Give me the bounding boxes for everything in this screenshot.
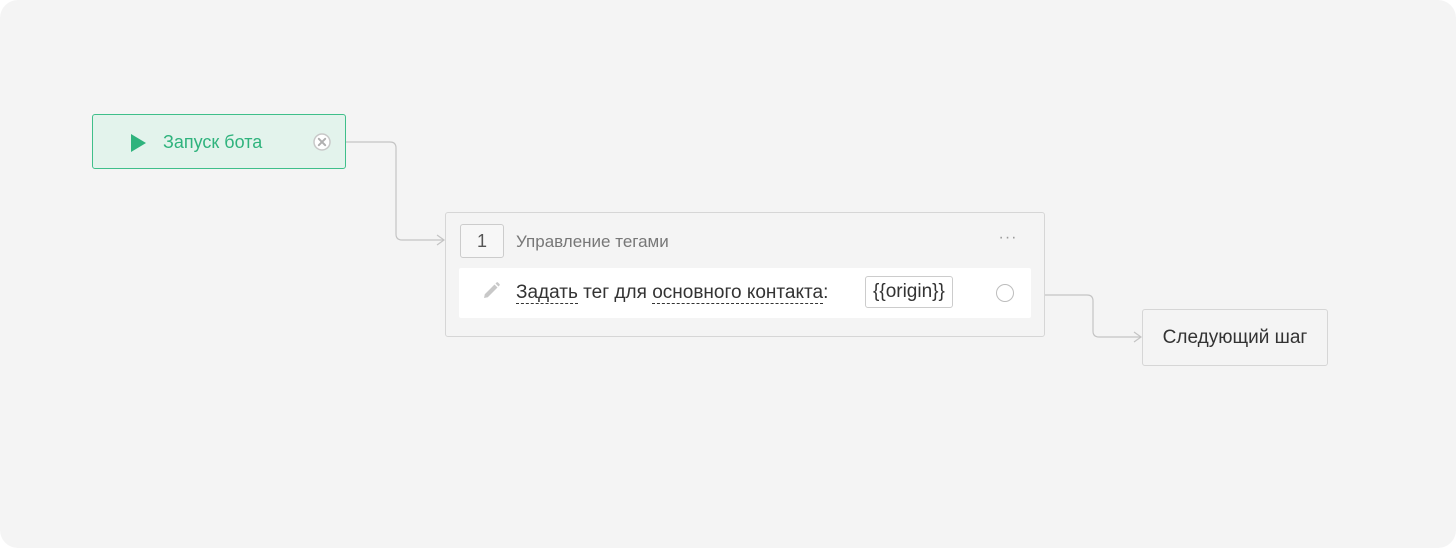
action-text: Задать тег для основного контакта: [516, 282, 828, 304]
action-row-set-tag[interactable]: Задать тег для основного контакта: {{ori… [459, 268, 1031, 318]
output-port[interactable] [996, 284, 1014, 302]
connector-arrow-block [436, 234, 446, 246]
action-middle-text: тег для [577, 282, 653, 303]
next-step-button[interactable]: Следующий шаг [1142, 309, 1328, 366]
connector-start-to-block [346, 141, 444, 241]
block-title: Управление тегами [516, 232, 669, 251]
pencil-icon[interactable] [481, 281, 501, 301]
start-node[interactable]: Запуск бота [92, 114, 346, 169]
action-block-tag-management[interactable]: 1 Управление тегами ··· Задать тег для о… [445, 212, 1045, 337]
close-circle-icon[interactable] [312, 132, 332, 152]
flow-canvas[interactable]: Запуск бота 1 Управление тегами ··· Зада… [0, 0, 1456, 548]
play-icon [131, 134, 146, 152]
step-number-badge: 1 [460, 224, 504, 258]
contact-target-selector[interactable]: основного контакта [652, 282, 824, 304]
start-node-label: Запуск бота [163, 132, 263, 152]
connector-arrow-next [1133, 331, 1143, 343]
action-colon: : [823, 282, 829, 303]
variable-chip[interactable]: {{origin}} [865, 276, 953, 308]
action-type-selector[interactable]: Задать [516, 282, 578, 304]
more-menu-icon[interactable]: ··· [997, 230, 1019, 250]
